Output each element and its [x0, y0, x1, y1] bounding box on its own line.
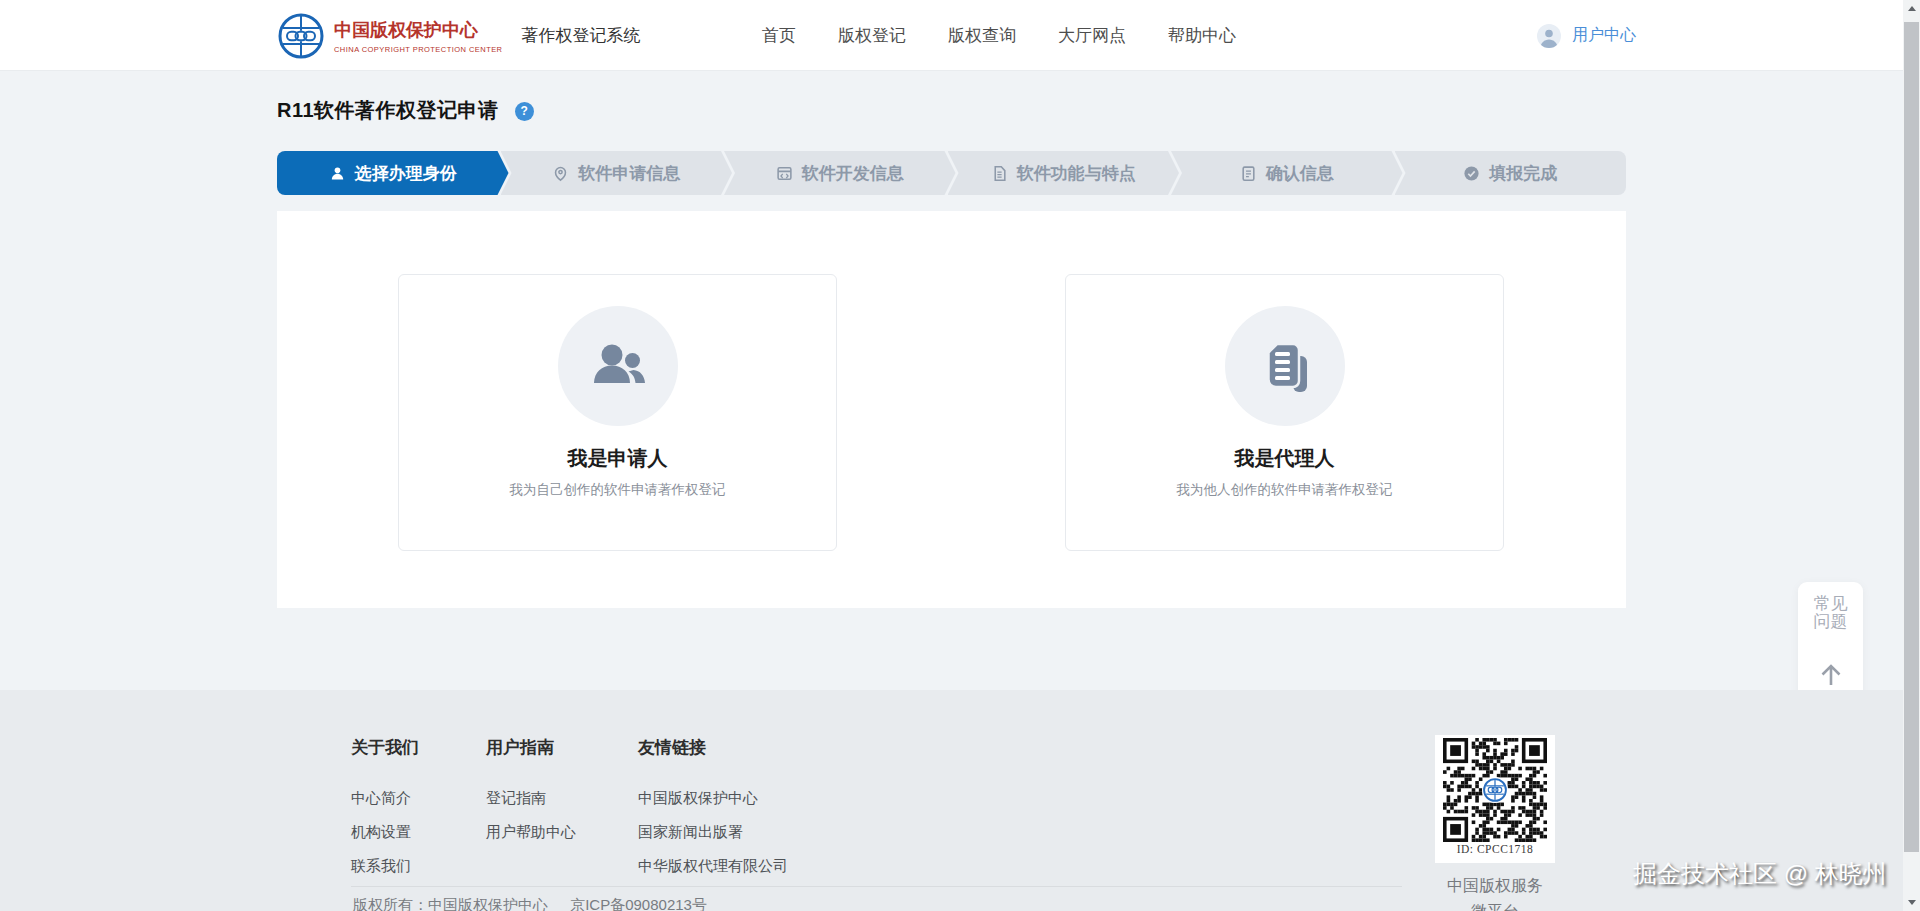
- page-title-row: R11软件著作权登记申请 ?: [277, 97, 534, 124]
- footer-link[interactable]: 登记指南: [486, 789, 546, 808]
- footer: 关于我们 中心简介 机构设置 联系我们 用户指南 登记指南 用户帮助中心 友情链…: [0, 690, 1903, 911]
- content-panel: 我是申请人 我为自己创作的软件申请著作权登记 我是代理人 我为他人创作的软件申请…: [277, 211, 1626, 608]
- brand-name-en: CHINA COPYRIGHT PROTECTION CENTER: [334, 45, 502, 54]
- copyright-text: 版权所有：中国版权保护中心: [353, 896, 548, 911]
- footer-link[interactable]: 机构设置: [351, 823, 411, 842]
- user-center-label[interactable]: 用户中心: [1572, 25, 1636, 46]
- agent-title: 我是代理人: [1066, 445, 1503, 472]
- doc-icon: [991, 165, 1008, 182]
- brand-name-cn: 中国版权保护中心: [334, 18, 502, 42]
- cpc-globe-logo: [277, 12, 325, 60]
- users-icon: [586, 334, 650, 398]
- step-label: 确认信息: [1266, 162, 1334, 185]
- brand-text: 中国版权保护中心 CHINA COPYRIGHT PROTECTION CENT…: [334, 18, 502, 54]
- main-nav: 首页 版权登记 版权查询 大厅网点 帮助中心: [762, 0, 1236, 71]
- code-icon: [776, 165, 793, 182]
- applicant-title: 我是申请人: [399, 445, 836, 472]
- footer-divider: [351, 886, 1402, 887]
- footer-link[interactable]: 国家新闻出版署: [638, 823, 743, 842]
- help-icon[interactable]: ?: [515, 102, 534, 121]
- nav-help-center[interactable]: 帮助中心: [1168, 24, 1236, 47]
- watermark: 掘金技术社区 @ 林晓州: [1633, 858, 1887, 890]
- step-label: 填报完成: [1489, 162, 1557, 185]
- footer-link[interactable]: 用户帮助中心: [486, 823, 576, 842]
- system-name: 著作权登记系统: [521, 24, 640, 47]
- user-center[interactable]: 用户中心: [1537, 0, 1636, 71]
- step-tabs: 选择办理身份 软件申请信息 软件开发信息 软件功能与特点 确认信息 填报完成: [277, 151, 1626, 195]
- back-to-top-button[interactable]: [1816, 660, 1846, 690]
- nav-copyright-register[interactable]: 版权登记: [838, 24, 906, 47]
- clipboard-icon: [1240, 165, 1257, 182]
- vertical-scrollbar[interactable]: [1903, 0, 1920, 911]
- footer-link[interactable]: 中心简介: [351, 789, 411, 808]
- applicant-desc: 我为自己创作的软件申请著作权登记: [399, 481, 836, 499]
- step-select-identity[interactable]: 选择办理身份: [277, 151, 509, 195]
- qr-code: ID: CPCC1718: [1435, 735, 1555, 863]
- applicant-icon-circle: [558, 306, 678, 426]
- agent-card[interactable]: 我是代理人 我为他人创作的软件申请著作权登记: [1065, 274, 1504, 551]
- brand[interactable]: 中国版权保护中心 CHINA COPYRIGHT PROTECTION CENT…: [277, 0, 640, 71]
- icp-number[interactable]: 京ICP备09080213号: [570, 896, 707, 911]
- scrollbar-down-arrow[interactable]: [1903, 894, 1920, 911]
- avatar-icon: [1537, 24, 1561, 48]
- faq-button[interactable]: 常见问题: [1811, 595, 1851, 631]
- step-complete[interactable]: 填报完成: [1395, 151, 1627, 195]
- scrollbar-thumb[interactable]: [1904, 22, 1919, 852]
- step-label: 软件申请信息: [578, 162, 680, 185]
- nav-home[interactable]: 首页: [762, 24, 796, 47]
- footer-link[interactable]: 联系我们: [351, 857, 411, 876]
- footer-col-title: 友情链接: [638, 736, 706, 759]
- qr-caption-1: 中国版权服务: [1435, 876, 1555, 897]
- agent-desc: 我为他人创作的软件申请著作权登记: [1066, 481, 1503, 499]
- step-dev-info[interactable]: 软件开发信息: [724, 151, 956, 195]
- user-icon: [329, 165, 346, 182]
- qr-id-label: ID: CPCC1718: [1435, 843, 1555, 855]
- footer-col-title: 关于我们: [351, 736, 419, 759]
- step-label: 选择办理身份: [355, 162, 457, 185]
- step-confirm-info[interactable]: 确认信息: [1171, 151, 1403, 195]
- step-features[interactable]: 软件功能与特点: [948, 151, 1180, 195]
- pin-icon: [552, 165, 569, 182]
- nav-hall-locations[interactable]: 大厅网点: [1058, 24, 1126, 47]
- step-apply-info[interactable]: 软件申请信息: [501, 151, 733, 195]
- footer-col-title: 用户指南: [486, 736, 554, 759]
- page-title: R11软件著作权登记申请: [277, 97, 499, 124]
- copyright-row: 版权所有：中国版权保护中心 京ICP备09080213号: [353, 896, 707, 911]
- step-label: 软件功能与特点: [1017, 162, 1136, 185]
- footer-link[interactable]: 中国版权保护中心: [638, 789, 758, 808]
- scrollbar-up-arrow[interactable]: [1903, 0, 1920, 17]
- applicant-card[interactable]: 我是申请人 我为自己创作的软件申请著作权登记: [398, 274, 837, 551]
- check-icon: [1463, 165, 1480, 182]
- step-label: 软件开发信息: [802, 162, 904, 185]
- qr-caption-2: 微平台: [1435, 902, 1555, 911]
- nav-copyright-query[interactable]: 版权查询: [948, 24, 1016, 47]
- agent-icon-circle: [1225, 306, 1345, 426]
- top-navbar: 中国版权保护中心 CHINA COPYRIGHT PROTECTION CENT…: [0, 0, 1903, 71]
- document-icon: [1253, 334, 1317, 398]
- footer-link[interactable]: 中华版权代理有限公司: [638, 857, 788, 876]
